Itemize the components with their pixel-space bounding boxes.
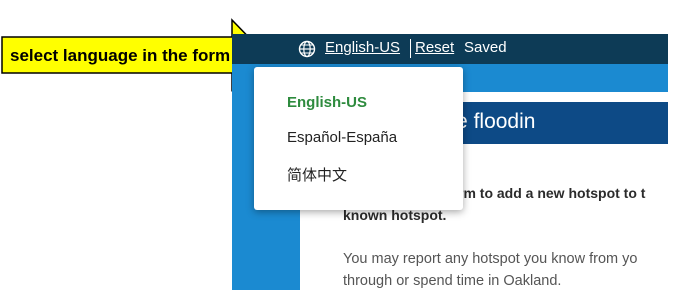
annotation-label: select language in the form xyxy=(10,46,231,65)
language-menu: English-US Español-España 简体中文 xyxy=(254,67,463,210)
language-selector[interactable]: English-US xyxy=(325,39,400,56)
language-option-english-us[interactable]: English-US xyxy=(287,94,367,111)
intro-line-1: rm to add a new hotspot to t xyxy=(458,185,646,201)
saved-status: Saved xyxy=(464,39,507,56)
body-line-1: You may report any hotspot you know from… xyxy=(343,251,638,267)
language-option-chinese-simplified[interactable]: 简体中文 xyxy=(287,164,347,185)
top-bar: English-US Reset Saved xyxy=(232,34,668,64)
body-line-2: through or spend time in Oakland. xyxy=(343,273,562,289)
globe-icon[interactable] xyxy=(298,40,316,58)
reset-link[interactable]: Reset xyxy=(415,39,454,56)
annotation-arrow: select language in the form xyxy=(0,18,270,92)
language-option-espanol-espana[interactable]: Español-España xyxy=(287,129,397,146)
divider xyxy=(410,39,411,58)
